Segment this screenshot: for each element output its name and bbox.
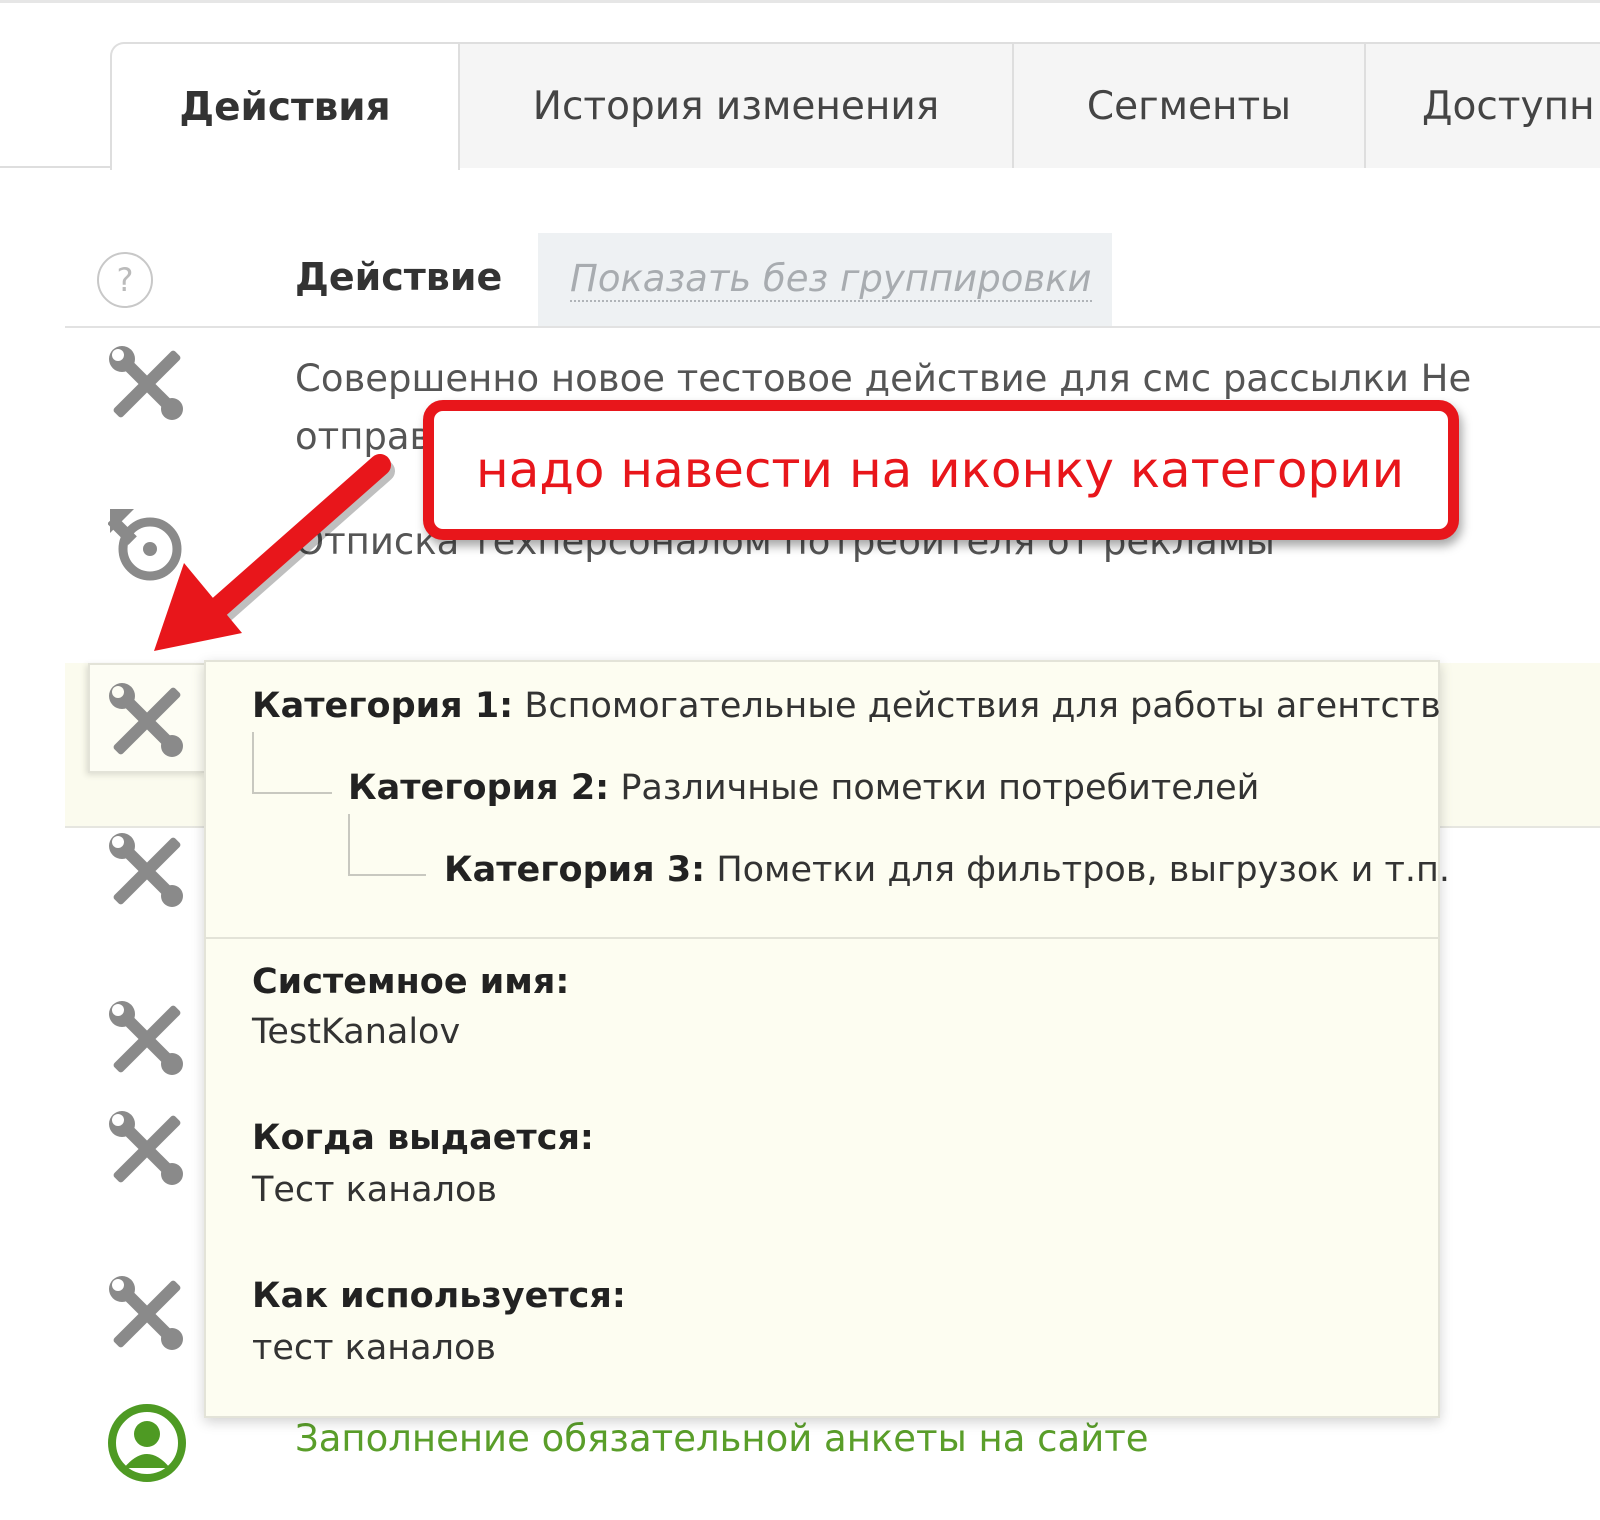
tools-icon[interactable]	[108, 832, 186, 910]
tools-icon[interactable]	[108, 682, 186, 760]
callout-text: надо навести на иконку категории	[476, 441, 1405, 499]
annotation-arrow	[154, 454, 395, 651]
when-issued-label: Когда выдается:	[252, 1118, 594, 1158]
header-divider	[65, 326, 1600, 328]
show-ungrouped-link[interactable]: Показать без группировки	[570, 257, 1092, 303]
tab-access[interactable]: Доступн	[1364, 42, 1600, 168]
action-title-questionnaire[interactable]: Заполнение обязательной анкеты на сайте	[295, 1417, 1149, 1460]
how-used-value: тест каналов	[252, 1328, 497, 1368]
category-2: Категория 2: Различные пометки потребите…	[348, 768, 1260, 808]
tab-change-history[interactable]: История изменения	[458, 42, 1014, 168]
show-ungrouped-toggle[interactable]: Показать без группировки	[538, 233, 1112, 327]
user-icon[interactable]	[108, 1404, 186, 1482]
tab-segments[interactable]: Сегменты	[1012, 42, 1366, 168]
how-used-label: Как используется:	[252, 1276, 626, 1316]
category-1: Категория 1: Вспомогательные действия дл…	[252, 686, 1441, 726]
tools-icon[interactable]	[108, 345, 186, 423]
tree-connector	[252, 732, 332, 794]
category-3: Категория 3: Пометки для фильтров, выгру…	[444, 850, 1450, 890]
column-title-action: Действие	[295, 255, 503, 299]
help-icon[interactable]: ?	[97, 252, 153, 308]
when-issued-value: Тест каналов	[252, 1170, 497, 1210]
tab-actions[interactable]: Действия	[110, 42, 460, 172]
tree-connector	[348, 814, 426, 876]
tools-icon[interactable]	[108, 1000, 186, 1078]
top-border	[0, 0, 1600, 3]
action-title-1[interactable]: Совершенно новое тестовое действие для с…	[295, 357, 1471, 400]
system-name-label: Системное имя:	[252, 962, 570, 1002]
tools-icon[interactable]	[108, 1275, 186, 1353]
system-name-value: TestKanalov	[252, 1012, 461, 1052]
tools-icon[interactable]	[108, 1110, 186, 1188]
tooltip-divider	[206, 937, 1438, 939]
action-title-1-continued[interactable]: отправ	[295, 415, 431, 458]
category-tooltip: Категория 1: Вспомогательные действия дл…	[204, 660, 1450, 1418]
annotation-callout: надо навести на иконку категории	[423, 400, 1459, 540]
